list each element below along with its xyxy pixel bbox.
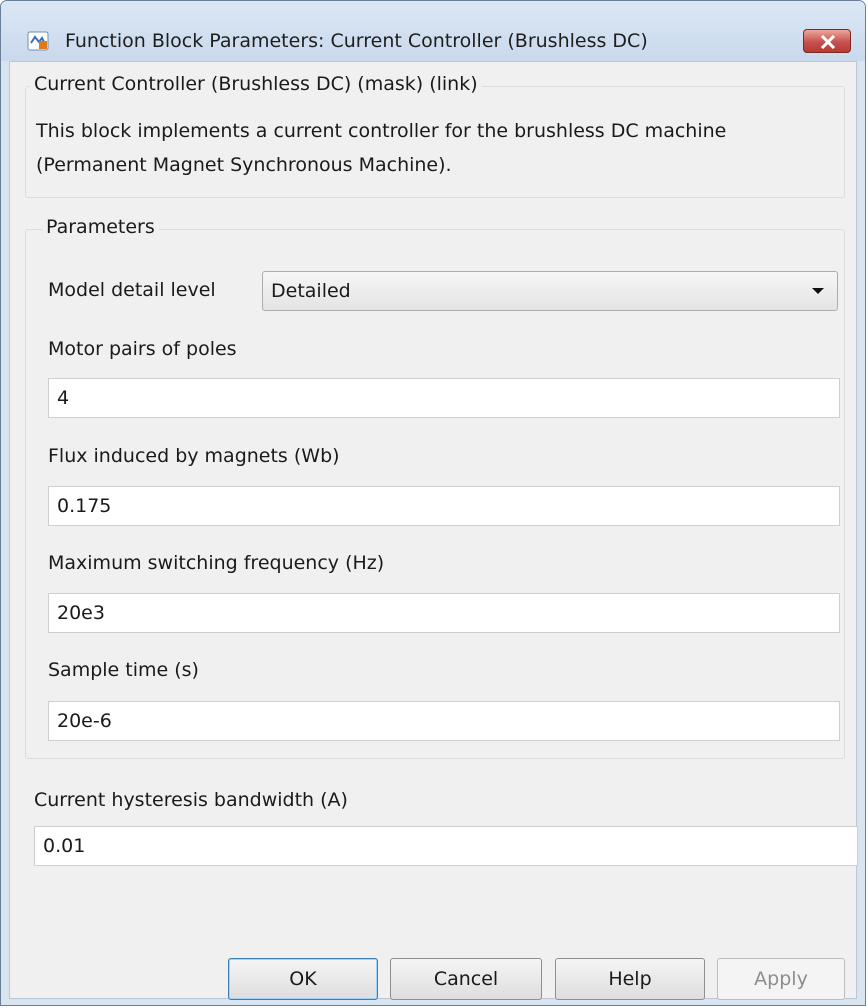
chevron-down-icon [812,288,824,294]
parameters-group-title: Parameters [42,216,159,238]
magnet-flux-label: Flux induced by magnets (Wb) [48,445,340,467]
description-group-title: Current Controller (Brushless DC) (mask)… [30,73,482,95]
model-detail-level-value: Detailed [271,280,351,302]
dialog-window: Function Block Parameters: Current Contr… [0,0,866,1006]
max-switching-frequency-input[interactable] [48,593,840,633]
close-icon [820,35,836,49]
motor-pole-pairs-label: Motor pairs of poles [48,338,237,360]
sample-time-input[interactable] [48,701,840,741]
max-switching-frequency-label: Maximum switching frequency (Hz) [48,552,385,574]
cancel-button[interactable]: Cancel [390,958,542,1000]
model-detail-level-label: Model detail level [48,279,216,301]
window-title: Function Block Parameters: Current Contr… [65,30,648,52]
sample-time-label: Sample time (s) [48,659,199,681]
close-button[interactable] [803,29,851,53]
block-description: This block implements a current controll… [36,120,727,176]
apply-button: Apply [717,958,845,1000]
motor-pole-pairs-input[interactable] [48,378,840,418]
hysteresis-bandwidth-input[interactable] [34,826,858,866]
model-detail-level-dropdown[interactable]: Detailed [262,271,838,311]
magnet-flux-input[interactable] [48,486,840,526]
hysteresis-bandwidth-label: Current hysteresis bandwidth (A) [34,789,348,811]
dialog-content: Current Controller (Brushless DC) (mask)… [9,61,858,1000]
simulink-block-icon [27,31,49,51]
help-button[interactable]: Help [555,958,705,1000]
ok-button[interactable]: OK [228,958,378,1000]
title-bar[interactable]: Function Block Parameters: Current Contr… [1,1,865,61]
